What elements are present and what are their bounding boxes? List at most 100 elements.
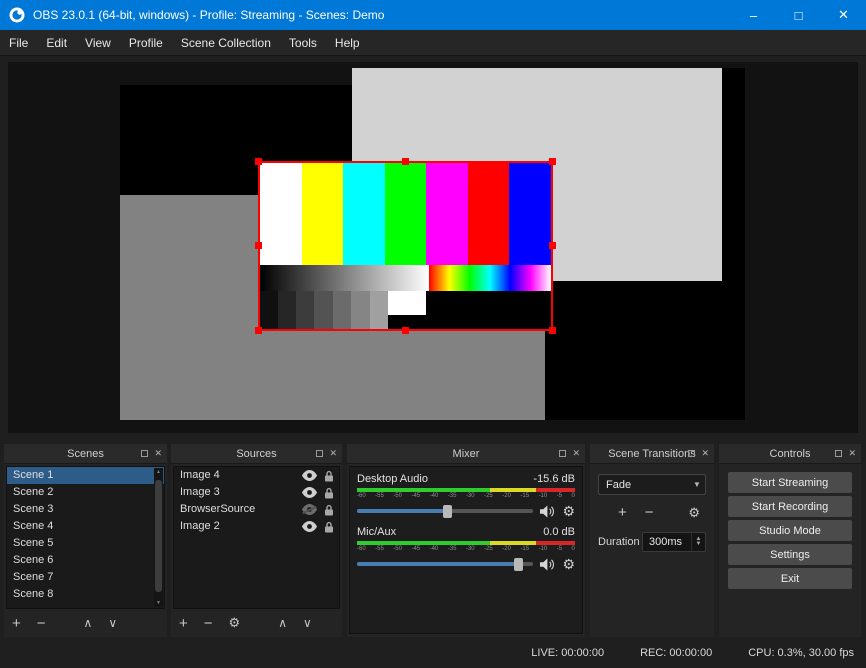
resize-handle-ne[interactable]	[549, 158, 556, 165]
resize-handle-w[interactable]	[255, 242, 262, 249]
move-source-down-button[interactable]: ∨	[303, 616, 312, 630]
toggle-visibility-icon[interactable]	[302, 487, 317, 498]
rec-time: REC: 00:00:00	[640, 647, 712, 659]
scene-list-item[interactable]: Scene 7	[7, 569, 164, 586]
resize-handle-e[interactable]	[549, 242, 556, 249]
lock-icon[interactable]	[324, 504, 334, 516]
scene-list-item[interactable]: Scene 3	[7, 501, 164, 518]
float-dock-icon[interactable]	[559, 450, 566, 457]
scene-item-black-column[interactable]	[722, 68, 745, 281]
menu-file[interactable]: File	[0, 30, 37, 55]
status-bar: LIVE: 00:00:00 REC: 00:00:00 CPU: 0.3%, …	[0, 638, 866, 668]
toggle-visibility-icon[interactable]	[302, 470, 317, 481]
move-scene-down-button[interactable]: ∨	[108, 616, 117, 630]
lock-icon[interactable]	[324, 487, 334, 499]
volume-slider[interactable]	[357, 562, 533, 566]
mute-button-speaker-icon[interactable]	[540, 505, 555, 518]
lock-icon[interactable]	[324, 470, 334, 482]
source-list-item[interactable]: Image 3	[174, 484, 339, 501]
sources-dock-title: Sources	[236, 448, 276, 460]
scenes-list: Scene 1 Scene 2 Scene 3 Scene 4 Scene 5 …	[6, 466, 165, 609]
duration-spinner[interactable]: 300ms ▲ ▼	[642, 532, 706, 552]
transition-select[interactable]: Fade ▼	[598, 474, 706, 495]
start-streaming-button[interactable]: Start Streaming	[728, 472, 852, 493]
source-list-item[interactable]: Image 2	[174, 518, 339, 535]
exit-button[interactable]: Exit	[728, 568, 852, 589]
volume-slider-handle[interactable]	[514, 558, 523, 571]
volume-slider[interactable]	[357, 509, 533, 513]
lock-icon[interactable]	[324, 521, 334, 533]
resize-handle-se[interactable]	[549, 327, 556, 334]
toggle-visibility-icon[interactable]	[302, 504, 317, 515]
toggle-visibility-icon[interactable]	[302, 521, 317, 532]
close-button[interactable]: ✕	[821, 0, 866, 30]
obs-logo-icon	[9, 7, 25, 23]
scroll-up-icon[interactable]: ▲	[154, 469, 163, 475]
close-dock-icon[interactable]: ✕	[701, 449, 709, 458]
maximize-button[interactable]: □	[776, 0, 821, 30]
cpu-fps: CPU: 0.3%, 30.00 fps	[748, 647, 854, 659]
volume-meter	[357, 488, 575, 492]
menu-profile[interactable]: Profile	[120, 30, 172, 55]
source-list-item[interactable]: BrowserSource	[174, 501, 339, 518]
minimize-button[interactable]: –	[731, 0, 776, 30]
audio-settings-gear-icon[interactable]: ⚙	[562, 504, 575, 518]
remove-scene-button[interactable]: −	[37, 615, 46, 632]
close-dock-icon[interactable]: ✕	[329, 449, 337, 458]
scroll-down-icon[interactable]: ▼	[154, 600, 163, 606]
preview-canvas[interactable]	[8, 62, 858, 433]
scene-list-item[interactable]: Scene 8	[7, 586, 164, 603]
resize-handle-sw[interactable]	[255, 327, 262, 334]
channel-name: Mic/Aux	[357, 526, 396, 538]
resize-handle-s[interactable]	[402, 327, 409, 334]
resize-handle-n[interactable]	[402, 158, 409, 165]
scene-list-item[interactable]: Scene 5	[7, 535, 164, 552]
transition-properties-gear-icon[interactable]: ⚙	[688, 505, 700, 521]
volume-slider-handle[interactable]	[443, 505, 452, 518]
menu-help[interactable]: Help	[326, 30, 369, 55]
close-dock-icon[interactable]: ✕	[848, 449, 856, 458]
sources-list: Image 4 Image 3 Br	[173, 466, 340, 609]
add-source-button[interactable]: +	[179, 615, 188, 632]
add-transition-button[interactable]: +	[618, 504, 627, 521]
float-dock-icon[interactable]	[835, 450, 842, 457]
scene-list-item[interactable]: Scene 1	[7, 467, 164, 484]
mute-button-speaker-icon[interactable]	[540, 558, 555, 571]
source-list-item[interactable]: Image 4	[174, 467, 339, 484]
audio-settings-gear-icon[interactable]: ⚙	[562, 557, 575, 571]
window-title: OBS 23.0.1 (64-bit, windows) - Profile: …	[33, 8, 384, 22]
add-scene-button[interactable]: +	[12, 615, 21, 632]
menu-tools[interactable]: Tools	[280, 30, 326, 55]
close-dock-icon[interactable]: ✕	[154, 449, 162, 458]
channel-volume-db: 0.0 dB	[543, 526, 575, 538]
selected-source-colorbars[interactable]	[258, 161, 553, 331]
scene-list-item[interactable]: Scene 6	[7, 552, 164, 569]
remove-source-button[interactable]: −	[204, 615, 213, 632]
mixer-channel-mic-aux: Mic/Aux 0.0 dB -60-55-50-45-40-35-30-25-…	[357, 526, 575, 571]
float-dock-icon[interactable]	[316, 450, 323, 457]
menu-edit[interactable]: Edit	[37, 30, 76, 55]
scene-list-item[interactable]: Scene 2	[7, 484, 164, 501]
sources-dock: Sources ✕ Image 4 Image 3	[171, 444, 342, 637]
transitions-dock: Scene Transitions ✕ Fade ▼ + − ⚙ Duratio…	[590, 444, 714, 637]
close-dock-icon[interactable]: ✕	[572, 449, 580, 458]
studio-mode-button[interactable]: Studio Mode	[728, 520, 852, 541]
menu-scene-collection[interactable]: Scene Collection	[172, 30, 280, 55]
mixer-channel-desktop-audio: Desktop Audio -15.6 dB -60-55-50-45-40-3…	[357, 473, 575, 518]
scene-item-black-bottomright[interactable]	[545, 281, 745, 420]
float-dock-icon[interactable]	[688, 450, 695, 457]
float-dock-icon[interactable]	[141, 450, 148, 457]
menu-view[interactable]: View	[76, 30, 120, 55]
settings-button[interactable]: Settings	[728, 544, 852, 565]
move-source-up-button[interactable]: ∧	[278, 616, 287, 630]
scenes-scrollbar[interactable]: ▲ ▼	[154, 468, 163, 607]
source-properties-button[interactable]: ⚙	[229, 615, 241, 631]
remove-transition-button[interactable]: −	[645, 504, 654, 521]
scroll-thumb[interactable]	[155, 480, 162, 592]
scene-list-item[interactable]: Scene 4	[7, 518, 164, 535]
start-recording-button[interactable]: Start Recording	[728, 496, 852, 517]
chevron-down-icon: ▼	[689, 475, 705, 494]
spinner-down-icon[interactable]: ▼	[696, 542, 702, 547]
resize-handle-nw[interactable]	[255, 158, 262, 165]
move-scene-up-button[interactable]: ∧	[84, 616, 93, 630]
